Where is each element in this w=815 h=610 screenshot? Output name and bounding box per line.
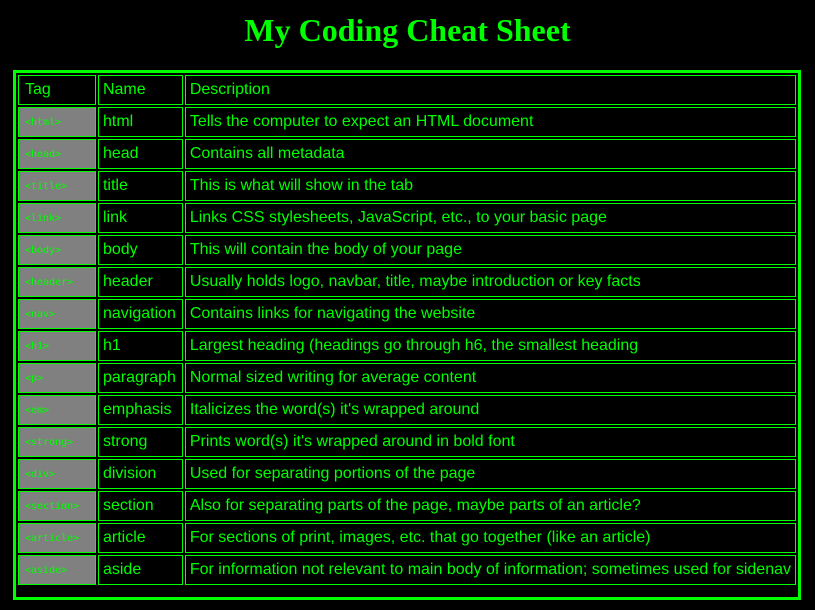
tag-cell: <nav> xyxy=(18,299,96,329)
table-row: <strong> strong Prints word(s) it's wrappe… xyxy=(18,427,796,457)
tag-cell: <aside> xyxy=(18,555,96,585)
name-cell: emphasis xyxy=(97,395,183,425)
table-row: <header> header Usually holds logo, navbar… xyxy=(18,267,796,297)
page-title: My Coding Cheat Sheet xyxy=(244,12,571,48)
table-row: <title> title This is what will show in th… xyxy=(18,171,796,201)
table-row: <em> emphasis Italicizes the word(s) it's … xyxy=(18,395,796,425)
column-header-description: Description xyxy=(184,75,796,105)
description-cell: For information not relevant to main bod… xyxy=(184,555,796,585)
tag-cell: <title> xyxy=(18,171,96,201)
description-cell: Prints word(s) it's wrapped around in bo… xyxy=(184,427,796,457)
name-cell: division xyxy=(97,459,183,489)
tag-cell: <head> xyxy=(18,139,96,169)
header-row: Tag Name Description xyxy=(18,75,796,105)
name-cell: navigation xyxy=(97,299,183,329)
cheat-sheet-table: Tag Name Description <html> html Tells the… xyxy=(13,70,801,600)
name-cell: header xyxy=(97,267,183,297)
name-cell: body xyxy=(97,235,183,265)
table-row: <html> html Tells the computer to expect a… xyxy=(18,107,796,137)
tag-cell: <p> xyxy=(18,363,96,393)
name-cell: paragraph xyxy=(97,363,183,393)
name-cell: head xyxy=(97,139,183,169)
column-header-tag: Tag xyxy=(18,75,96,105)
tag-cell: <header> xyxy=(18,267,96,297)
table-row: <article> article For sections of print, i… xyxy=(18,523,796,553)
tag-cell: <html> xyxy=(18,107,96,137)
description-cell: Contains all metadata xyxy=(184,139,796,169)
column-header-name: Name xyxy=(97,75,183,105)
tag-cell: <link> xyxy=(18,203,96,233)
name-cell: link xyxy=(97,203,183,233)
description-cell: Italicizes the word(s) it's wrapped arou… xyxy=(184,395,796,425)
tag-cell: <em> xyxy=(18,395,96,425)
tag-cell: <article> xyxy=(18,523,96,553)
table-row: <link> link Links CSS stylesheets, JavaScr… xyxy=(18,203,796,233)
table-row: <head> head Contains all metadata xyxy=(18,139,796,169)
table-row: <nav> navigation Contains links for naviga… xyxy=(18,299,796,329)
description-cell: Usually holds logo, navbar, title, maybe… xyxy=(184,267,796,297)
description-cell: This will contain the body of your page xyxy=(184,235,796,265)
name-cell: aside xyxy=(97,555,183,585)
description-cell: Normal sized writing for average content xyxy=(184,363,796,393)
tag-cell: <h1> xyxy=(18,331,96,361)
description-cell: Tells the computer to expect an HTML doc… xyxy=(184,107,796,137)
name-cell: article xyxy=(97,523,183,553)
description-cell: Contains links for navigating the websit… xyxy=(184,299,796,329)
description-cell: Links CSS stylesheets, JavaScript, etc.,… xyxy=(184,203,796,233)
table-row: <p> paragraph Normal sized writing for ave… xyxy=(18,363,796,393)
table-bottom-spacer xyxy=(18,587,796,595)
tag-cell: <body> xyxy=(18,235,96,265)
name-cell: html xyxy=(97,107,183,137)
description-cell: Largest heading (headings go through h6,… xyxy=(184,331,796,361)
name-cell: title xyxy=(97,171,183,201)
table-row: <body> body This will contain the body of … xyxy=(18,235,796,265)
tag-cell: <strong> xyxy=(18,427,96,457)
name-cell: section xyxy=(97,491,183,521)
spacer-cell xyxy=(18,587,796,595)
name-cell: strong xyxy=(97,427,183,457)
tag-cell: <section> xyxy=(18,491,96,521)
table-row: <section> section Also for separating part… xyxy=(18,491,796,521)
table-row: <aside> aside For information not relevant… xyxy=(18,555,796,585)
table-row: <h1> h1 Largest heading (headings go throu… xyxy=(18,331,796,361)
table-row: <div> division Used for separating portion… xyxy=(18,459,796,489)
description-cell: Used for separating portions of the page xyxy=(184,459,796,489)
tag-cell: <div> xyxy=(18,459,96,489)
description-cell: For sections of print, images, etc. that… xyxy=(184,523,796,553)
description-cell: Also for separating parts of the page, m… xyxy=(184,491,796,521)
name-cell: h1 xyxy=(97,331,183,361)
description-cell: This is what will show in the tab xyxy=(184,171,796,201)
